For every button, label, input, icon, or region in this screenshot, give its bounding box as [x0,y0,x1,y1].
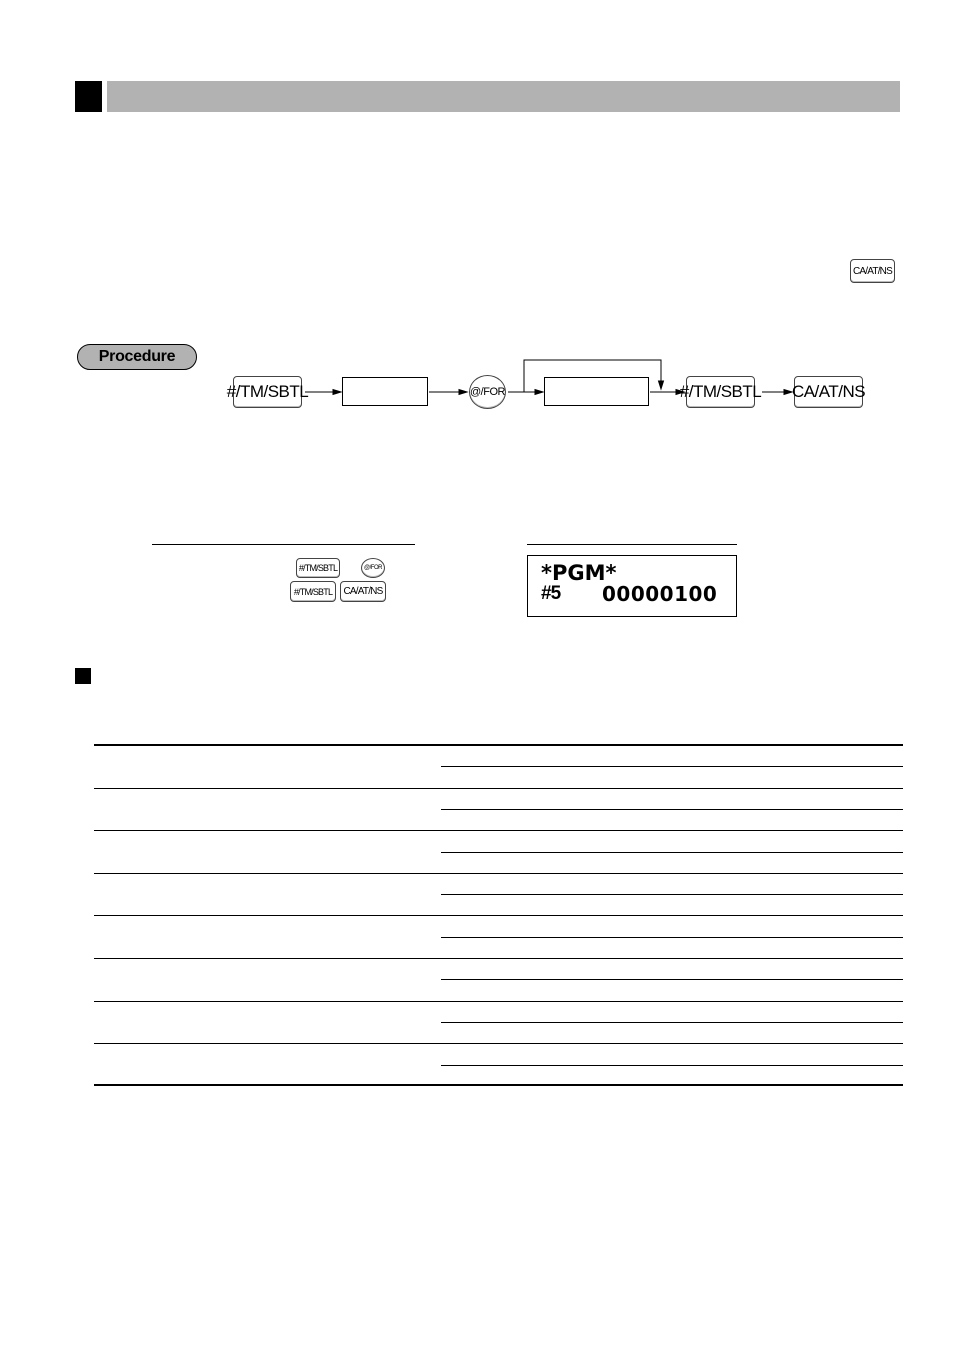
row-option-divider [441,766,903,767]
display-job-code: #5 [541,583,561,604]
display-divider [527,544,737,545]
table-bottom-rule [94,1084,903,1086]
display-value: 00000100 [602,582,718,606]
section-header-bar [107,81,900,112]
row-option-divider [441,1022,903,1023]
row-divider [94,830,903,831]
tm-sbtl-key-icon: #/TM/SBTL [296,558,340,578]
row-divider [94,915,903,916]
row-option-divider [441,1065,903,1066]
row-option-divider [441,979,903,980]
ca-at-ns-key-icon: CA/AT/NS [850,259,895,283]
for-key-icon: @/FOR [469,375,506,409]
tm-sbtl-key-icon: #/TM/SBTL [290,581,336,602]
table-top-rule [94,744,903,746]
input-box [342,377,428,406]
row-divider [94,788,903,789]
tm-sbtl-key-icon: #/TM/SBTL [680,376,762,408]
arrowhead-3 [534,388,545,396]
row-option-divider [441,809,903,810]
tm-sbtl-key-icon: #/TM/SBTL [227,376,309,408]
arrowhead-2 [458,388,469,396]
display-mode-text: *PGM* [541,561,617,585]
arrowhead-1 [332,388,343,396]
row-option-divider [441,852,903,853]
row-divider [94,958,903,959]
key-operation-divider [152,544,415,545]
repeat-input-box [544,377,649,406]
row-divider [94,1043,903,1044]
arrowhead-5 [783,388,794,396]
subsection-marker [75,668,91,684]
repeat-loop-arrowhead [657,380,665,391]
section-marker [75,81,102,112]
row-option-divider [441,937,903,938]
ca-at-ns-key-icon: CA/AT/NS [340,581,386,602]
row-divider [94,873,903,874]
row-divider [94,1001,903,1002]
for-key-icon: @/FOR [361,558,385,578]
ca-at-ns-key-icon: CA/AT/NS [792,376,866,408]
row-option-divider [441,894,903,895]
